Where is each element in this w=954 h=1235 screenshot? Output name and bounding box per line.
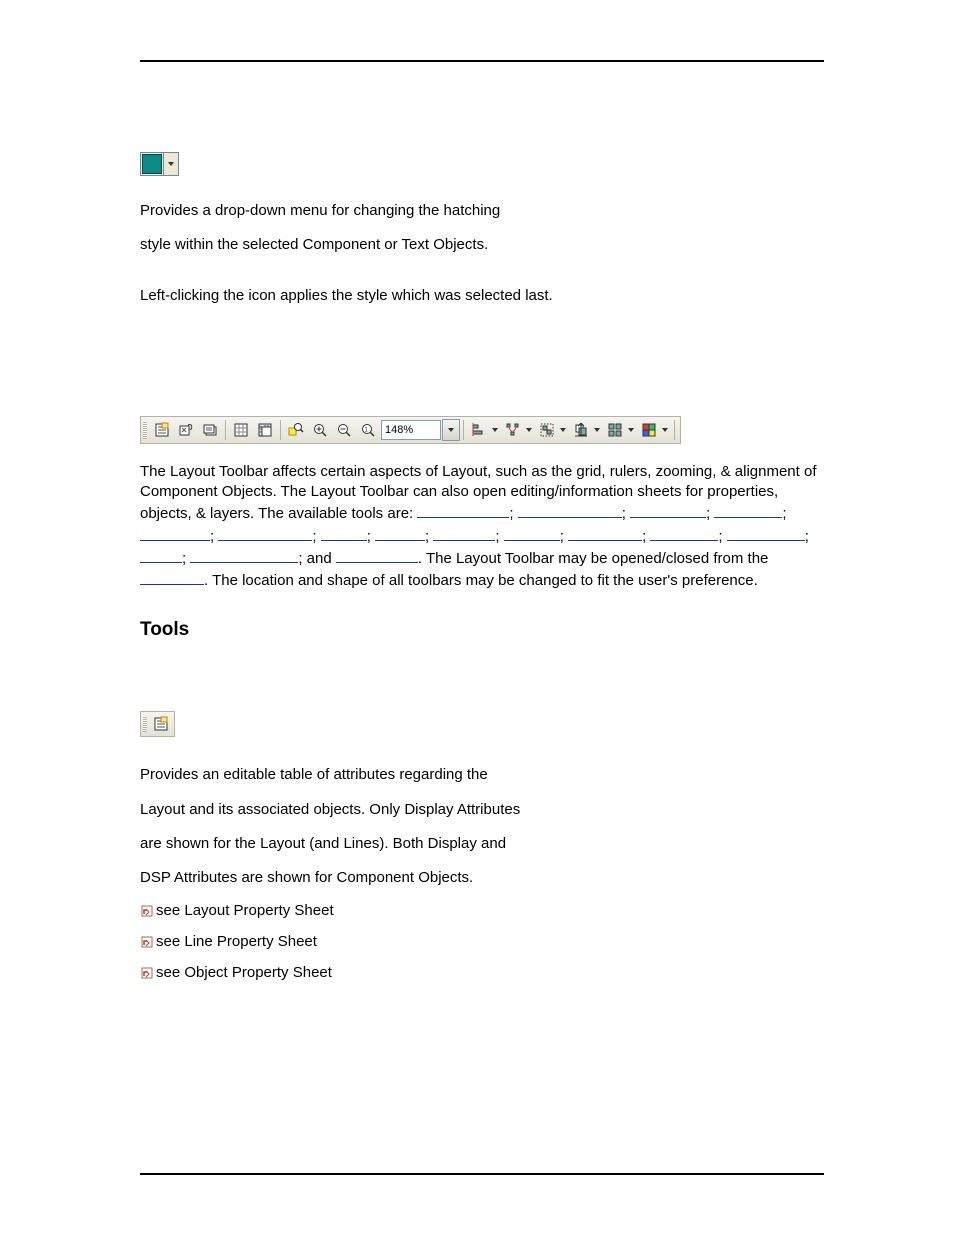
hatch-desc-2: style within the selected Component or T… [140, 235, 824, 255]
order-split-button[interactable] [570, 419, 602, 441]
hatch-desc-1: Provides a drop-down menu for changing t… [140, 201, 824, 221]
object-inspector-icon [178, 422, 194, 438]
document-page: Provides a drop-down menu for changing t… [0, 0, 954, 1235]
zoom-out-button[interactable] [333, 419, 355, 441]
chevron-down-icon [168, 162, 174, 166]
zoom-dropdown[interactable] [442, 419, 460, 441]
ruler-icon [257, 422, 273, 438]
bottom-rule [140, 1173, 824, 1175]
align-edges-split-button[interactable] [468, 419, 500, 441]
chevron-down-icon [560, 428, 566, 432]
see-link-text[interactable]: see Line Property Sheet [156, 933, 317, 950]
layout-toolbar: 1 148% [140, 416, 681, 444]
see-link-icon[interactable] [140, 904, 154, 918]
grid-icon [233, 422, 249, 438]
see-link-line: see Line Property Sheet [140, 933, 824, 950]
zoom-value-text: 148% [385, 424, 413, 436]
chevron-down-icon [526, 428, 532, 432]
hatch-dropdown-arrow[interactable] [163, 153, 178, 175]
chevron-down-icon [662, 428, 668, 432]
chevron-down-icon [448, 428, 454, 432]
see-link-text[interactable]: see Object Property Sheet [156, 964, 332, 981]
blank-hyperlink[interactable] [568, 525, 642, 541]
distribute-icon [505, 422, 521, 438]
hatch-swatch-icon [142, 154, 162, 174]
pack-icon [607, 422, 623, 438]
blank-hyperlink[interactable] [650, 525, 718, 541]
toolbar-grip-icon[interactable] [143, 716, 147, 732]
blank-hyperlink[interactable] [630, 502, 706, 518]
blank-hyperlink[interactable] [321, 525, 367, 541]
toolbar-separator [674, 420, 675, 440]
group-icon [539, 422, 555, 438]
grid-button[interactable] [230, 419, 252, 441]
property-sheet-icon [154, 422, 170, 438]
ps-desc-4: DSP Attributes are shown for Component O… [140, 868, 824, 888]
see-link-icon[interactable] [140, 935, 154, 949]
blank-hyperlink[interactable] [433, 525, 495, 541]
see-link-icon[interactable] [140, 966, 154, 980]
distribute-split-button[interactable] [502, 419, 534, 441]
zoom-area-button[interactable] [285, 419, 307, 441]
order-icon [573, 422, 589, 438]
layout-toolbar-description: The Layout Toolbar affects certain aspec… [140, 462, 824, 592]
align-edges-icon [471, 422, 487, 438]
hatch-desc-3: Left-clicking the icon applies the style… [140, 286, 824, 306]
blank-hyperlink[interactable] [727, 525, 805, 541]
blank-hyperlink[interactable] [504, 525, 560, 541]
toolbar-separator [280, 420, 281, 440]
toolbar-grip-icon[interactable] [143, 421, 147, 439]
top-rule [140, 60, 824, 62]
object-inspector-button[interactable] [175, 419, 197, 441]
property-sheet-toolbar [140, 711, 175, 737]
blank-hyperlink[interactable] [375, 525, 425, 541]
zoom-area-icon [288, 422, 304, 438]
ps-desc-3: are shown for the Layout (and Lines). Bo… [140, 834, 824, 854]
tools-heading: Tools [140, 619, 824, 641]
chevron-down-icon [594, 428, 600, 432]
color-split-button[interactable] [638, 419, 670, 441]
see-link-text[interactable]: see Layout Property Sheet [156, 902, 334, 919]
property-sheet-button[interactable] [150, 714, 172, 734]
zoom-11-button[interactable]: 1 [357, 419, 379, 441]
see-link-line: see Layout Property Sheet [140, 902, 824, 919]
see-link-line: see Object Property Sheet [140, 964, 824, 981]
blank-hyperlink[interactable] [714, 502, 782, 518]
toolbar-separator [225, 420, 226, 440]
hatch-style-dropdown[interactable] [140, 152, 179, 176]
property-sheet-button[interactable] [151, 419, 173, 441]
blank-hyperlink[interactable] [190, 547, 298, 563]
zoom-out-icon [336, 422, 352, 438]
layer-sheet-button[interactable] [199, 419, 221, 441]
blank-hyperlink[interactable] [140, 525, 210, 541]
blank-hyperlink[interactable] [518, 502, 622, 518]
zoom-value-field[interactable]: 148% [381, 420, 441, 440]
chevron-down-icon [492, 428, 498, 432]
group-split-button[interactable] [536, 419, 568, 441]
toolbar-separator [463, 420, 464, 440]
ps-desc-1: Provides an editable table of attributes… [140, 765, 824, 785]
pack-split-button[interactable] [604, 419, 636, 441]
blank-hyperlink[interactable] [336, 547, 418, 563]
see-links: see Layout Property Sheet see Line Proper… [140, 902, 824, 981]
blank-hyperlink[interactable] [218, 525, 312, 541]
zoom-in-icon [312, 422, 328, 438]
blank-hyperlink[interactable] [140, 547, 182, 563]
blank-hyperlink[interactable] [140, 569, 204, 585]
ps-desc-2: Layout and its associated objects. Only … [140, 800, 824, 820]
property-sheet-icon [153, 716, 169, 732]
layer-sheet-icon [202, 422, 218, 438]
blank-hyperlink[interactable] [417, 502, 509, 518]
chevron-down-icon [628, 428, 634, 432]
color-icon [641, 422, 657, 438]
zoom-in-button[interactable] [309, 419, 331, 441]
zoom-11-icon: 1 [360, 422, 376, 438]
ruler-button[interactable] [254, 419, 276, 441]
